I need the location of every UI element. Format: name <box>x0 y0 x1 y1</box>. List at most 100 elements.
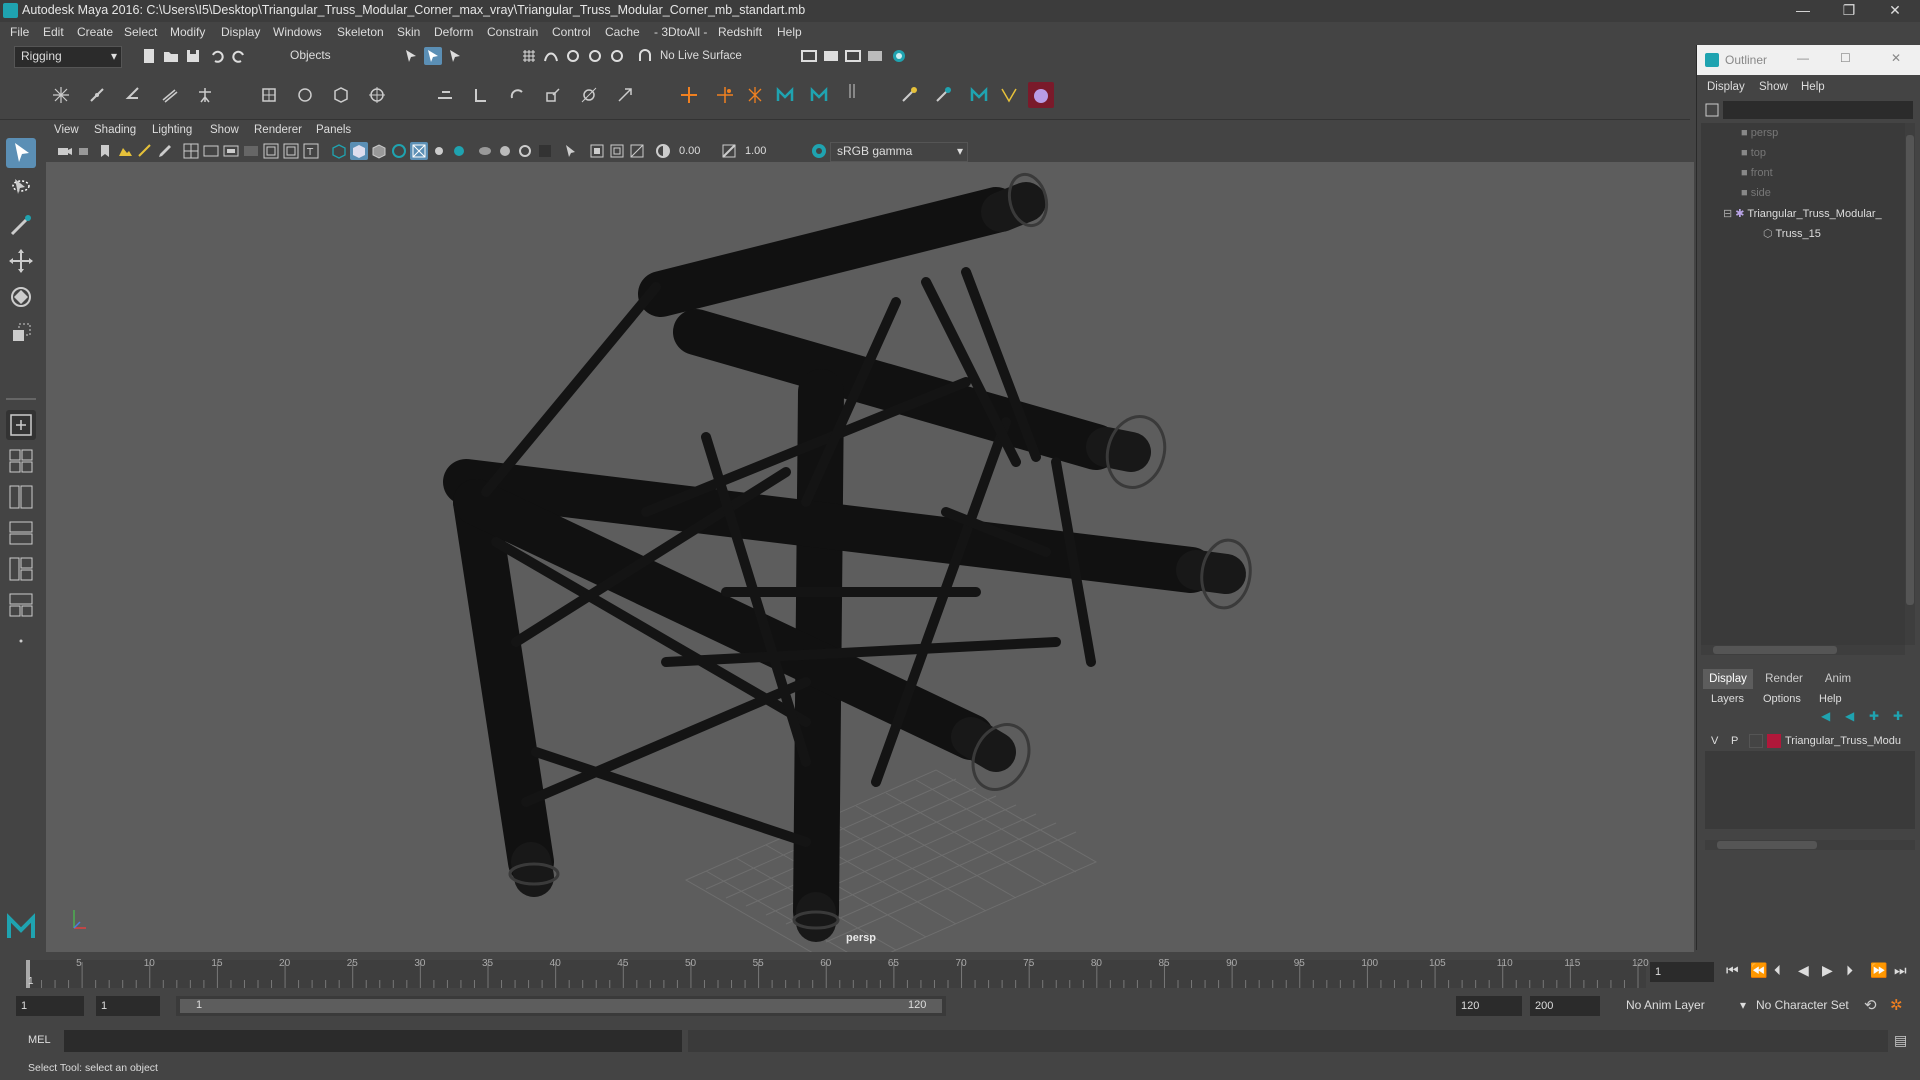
mash-network-icon[interactable] <box>810 86 828 104</box>
snap-view-plane-icon[interactable] <box>586 47 604 65</box>
ipr-render-icon[interactable] <box>844 47 862 65</box>
snap-curve-icon[interactable] <box>542 47 560 65</box>
selection-mask-dropdown[interactable]: Objects <box>284 46 390 66</box>
outliner-filter-icon[interactable] <box>1703 101 1721 119</box>
anim-layer-dropdown[interactable]: No Anim Layer ▾ <box>1620 996 1750 1016</box>
new-layer-selected-icon[interactable]: ✚ <box>1893 709 1903 723</box>
preferences-icon[interactable]: ✲ <box>1890 996 1903 1014</box>
paint-select-tool-button[interactable] <box>6 210 36 240</box>
camera-icon[interactable] <box>56 142 74 160</box>
lasso-tool-button[interactable] <box>6 174 36 204</box>
scale-tool-button[interactable] <box>6 318 36 348</box>
field-chart-icon[interactable] <box>262 142 280 160</box>
script-editor-icon[interactable]: ▤ <box>1894 1032 1907 1049</box>
undo-icon[interactable] <box>208 47 226 65</box>
snap-live-icon[interactable] <box>608 47 626 65</box>
mash-distribute-icon[interactable] <box>970 86 988 104</box>
animation-end-field[interactable]: 200 <box>1530 996 1600 1016</box>
parent-constraint-icon[interactable] <box>436 86 454 104</box>
vp-menu-shading[interactable]: Shading <box>94 124 136 136</box>
anti-aliasing-icon[interactable] <box>496 142 514 160</box>
layer-menu-layers[interactable]: Layers <box>1711 693 1744 705</box>
timeline-track[interactable]: 1 5 10 15 20 25 30 35 40 45 50 55 60 65 70 75 80 85 90 95 1… <box>26 958 1649 988</box>
close-button[interactable]: ✕ <box>1872 0 1918 22</box>
safe-title-icon[interactable]: T <box>302 142 320 160</box>
go-to-end-icon[interactable]: ⏭ <box>1894 962 1907 979</box>
backface-culling-icon[interactable] <box>628 142 646 160</box>
menu-display[interactable]: Display <box>221 25 260 39</box>
outliner-search-input[interactable] <box>1723 101 1913 119</box>
menu-create[interactable]: Create <box>77 25 113 39</box>
step-back-key-icon[interactable]: ⏪ <box>1750 962 1767 979</box>
step-forward-frame-icon[interactable]: ⏵ <box>1846 962 1853 979</box>
insert-joint-icon[interactable] <box>88 86 106 104</box>
outliner-item-group[interactable]: ⊟ ✱ Triangular_Truss_Modular_ <box>1723 207 1882 220</box>
time-slider[interactable]: 1 5 10 15 20 25 30 35 40 45 50 55 60 65 70 75 80 85 90 95 1… <box>0 952 1920 992</box>
layer-row[interactable]: V P Triangular_Truss_Modu <box>1705 731 1915 751</box>
menu-constrain[interactable]: Constrain <box>487 25 538 39</box>
new-scene-icon[interactable] <box>140 47 158 65</box>
select-by-object-icon[interactable] <box>424 47 442 65</box>
hypershade-icon[interactable] <box>890 47 908 65</box>
command-input[interactable] <box>64 1030 682 1052</box>
deformer-icon[interactable] <box>1000 86 1018 104</box>
motion-blur-icon[interactable] <box>476 142 494 160</box>
cluster-icon[interactable] <box>368 86 386 104</box>
command-language-toggle[interactable]: MEL <box>28 1034 51 1046</box>
move-tool-button[interactable] <box>6 246 36 276</box>
image-plane-icon[interactable] <box>116 142 134 160</box>
grease-pencil-icon[interactable] <box>156 142 174 160</box>
xray-joints-icon[interactable] <box>588 142 606 160</box>
layer-playback-toggle[interactable]: P <box>1731 735 1738 747</box>
shader-ball-icon[interactable] <box>1028 82 1054 108</box>
menu-deform[interactable]: Deform <box>434 25 473 39</box>
outliner-vertical-scrollbar[interactable] <box>1905 123 1915 645</box>
outliner-item-mesh[interactable]: ⬡ Truss_15 <box>1763 227 1821 240</box>
smooth-bind-icon[interactable] <box>296 86 314 104</box>
persp-outliner-layout-button[interactable] <box>6 482 36 512</box>
paint-weights-icon[interactable] <box>900 86 918 104</box>
joint-orient-icon[interactable] <box>746 86 764 104</box>
menu-modify[interactable]: Modify <box>170 25 205 39</box>
outliner-item-front[interactable]: ■ front <box>1741 167 1773 179</box>
perspective-viewport[interactable]: persp <box>46 162 1694 952</box>
pole-vector-icon[interactable] <box>616 86 634 104</box>
restore-button[interactable]: ❐ <box>1826 0 1872 22</box>
isolate-select-icon[interactable] <box>536 142 554 160</box>
outliner-minimize-button[interactable]: — <box>1797 51 1809 65</box>
outliner-menu-show[interactable]: Show <box>1759 81 1788 93</box>
vp-menu-renderer[interactable]: Renderer <box>254 124 302 136</box>
range-slider[interactable]: 1 120 <box>176 996 946 1016</box>
gate-mask-icon[interactable] <box>242 142 260 160</box>
scrollbar-thumb[interactable] <box>1717 841 1817 849</box>
tab-anim[interactable]: Anim <box>1813 669 1863 689</box>
orient-constraint-icon[interactable] <box>508 86 526 104</box>
locator-icon[interactable] <box>680 86 698 104</box>
select-tool-button[interactable] <box>6 138 36 168</box>
xray-components-icon[interactable] <box>608 142 626 160</box>
render-current-icon[interactable] <box>822 47 840 65</box>
go-to-start-icon[interactable]: ⏮ <box>1726 962 1739 979</box>
outliner-close-button[interactable]: ✕ <box>1891 51 1901 65</box>
point-constraint-icon[interactable] <box>472 86 490 104</box>
select-by-hierarchy-icon[interactable] <box>402 47 420 65</box>
exposure-icon[interactable] <box>654 142 672 160</box>
new-layer-icon[interactable]: ✚ <box>1869 709 1879 723</box>
step-back-frame-icon[interactable]: ⏴ <box>1774 962 1781 979</box>
paint-tool-icon[interactable] <box>934 86 952 104</box>
outliner-item-persp[interactable]: ■ persp <box>1741 127 1778 139</box>
outliner-menu-display[interactable]: Display <box>1707 81 1745 93</box>
ik-handle-icon[interactable] <box>124 86 142 104</box>
layer-menu-help[interactable]: Help <box>1819 693 1842 705</box>
hypershade-layout-button[interactable] <box>6 554 36 584</box>
menu-select[interactable]: Select <box>124 25 157 39</box>
layer-horizontal-scrollbar[interactable] <box>1705 840 1915 850</box>
menu-skin[interactable]: Skin <box>397 25 420 39</box>
outliner-menu-help[interactable]: Help <box>1801 81 1825 93</box>
collapse-icon[interactable]: ⊟ <box>1723 208 1735 220</box>
character-set-dropdown[interactable]: No Character Set <box>1750 996 1868 1016</box>
auto-key-icon[interactable]: ⟲ <box>1864 996 1877 1014</box>
menu-redshift[interactable]: Redshift <box>718 25 762 39</box>
lattice-icon[interactable] <box>332 86 350 104</box>
scrollbar-thumb[interactable] <box>1713 646 1837 654</box>
